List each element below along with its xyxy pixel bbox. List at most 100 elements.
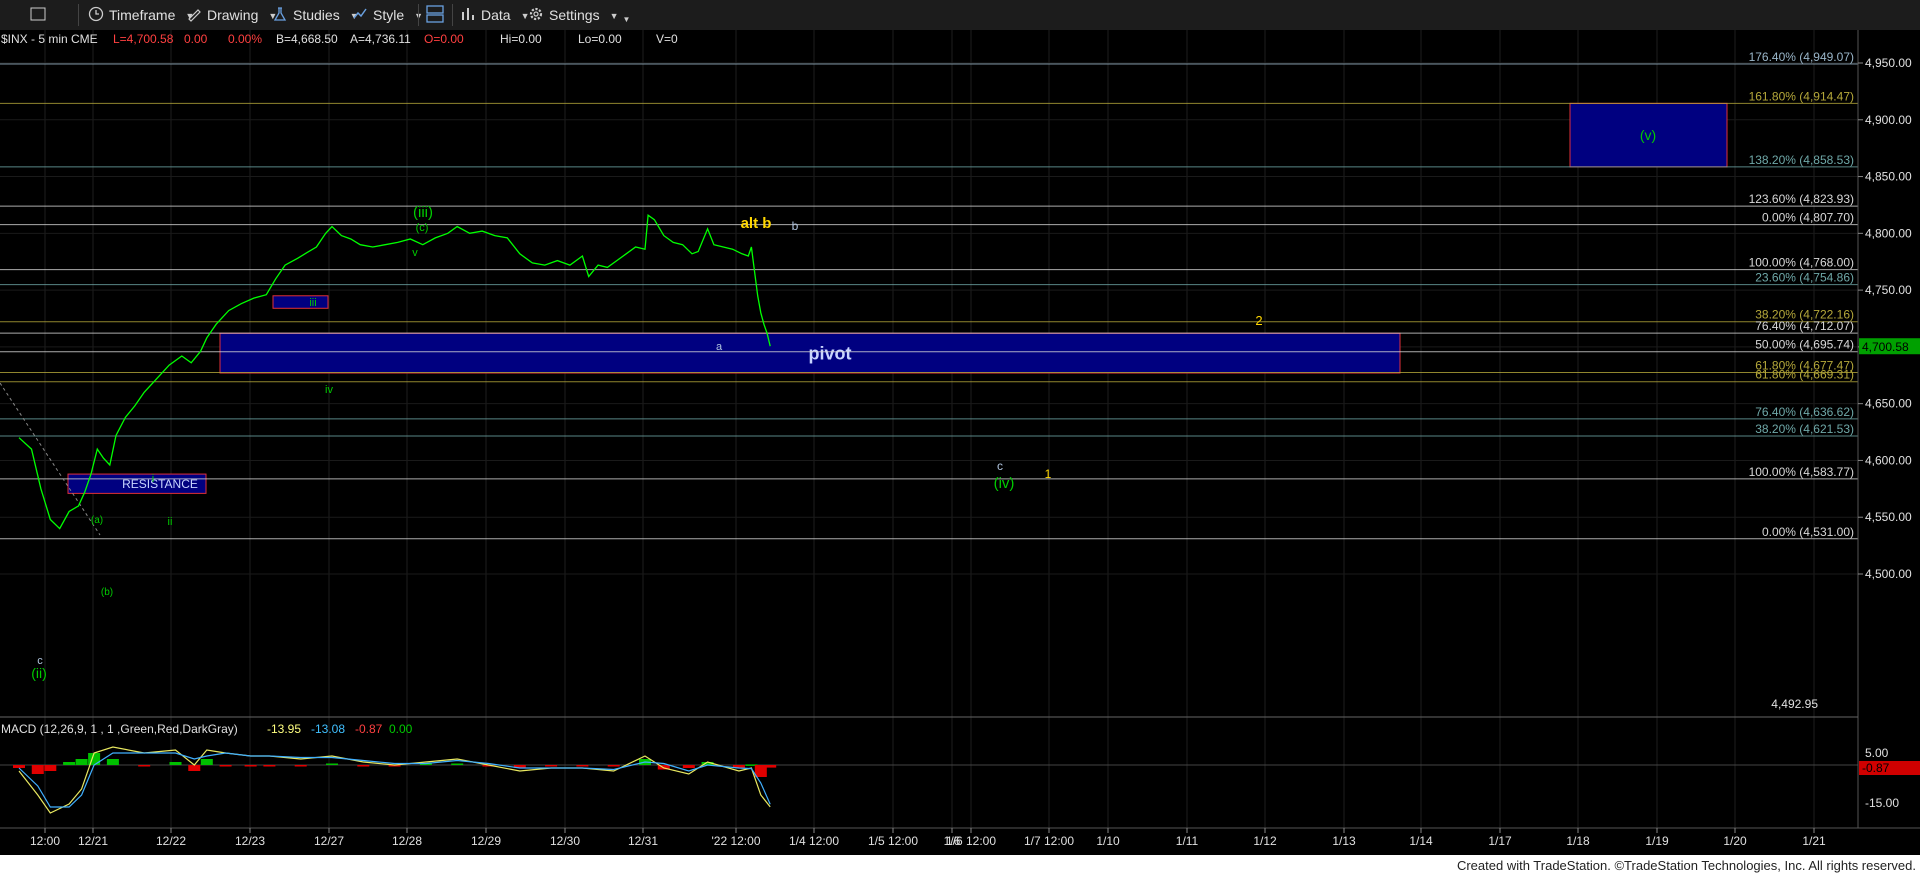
- time-tick-label: 1/10: [1096, 834, 1120, 848]
- macd-histogram-bar: [682, 765, 695, 768]
- copyright-text: Created with TradeStation. ©TradeStation…: [1456, 858, 1916, 873]
- studies-label: Studies: [293, 7, 340, 23]
- price-tick-label: 4,750.00: [1865, 283, 1912, 297]
- macd-histogram-bar: [294, 765, 307, 767]
- wave-iii-box-box[interactable]: [272, 295, 329, 309]
- timeframe-button[interactable]: Timeframe ▼: [88, 5, 194, 25]
- toolbar-separator: [452, 4, 453, 26]
- chevron-down-icon: ▼: [622, 15, 631, 25]
- wave-iii-box-label: iii: [309, 297, 316, 309]
- legend-percent: 0.00%: [228, 32, 262, 46]
- legend-change: 0.00: [184, 32, 208, 46]
- time-tick-label: 12/22: [156, 834, 186, 848]
- time-tick-label: 1/20: [1723, 834, 1747, 848]
- macd-histogram-bar: [31, 765, 44, 774]
- fib-level-label: 23.60% (4,754.86): [1755, 271, 1854, 285]
- macd-value-1: -13.95: [267, 722, 301, 736]
- macd-histogram-bar: [576, 765, 589, 767]
- fib-level-label: 176.40% (4,949.07): [1749, 50, 1854, 64]
- fib-level-label: 123.60% (4,823.93): [1749, 192, 1854, 206]
- wave-label: i: [152, 473, 154, 485]
- time-tick-label: 12/31: [628, 834, 658, 848]
- macd-histogram-bar: [63, 762, 76, 765]
- toolbar: Timeframe▼ Drawing▼ Studies▼ Style▼ Data…: [0, 0, 1920, 31]
- target-v-label: (v): [1640, 127, 1656, 143]
- studies-button[interactable]: Studies ▼: [272, 5, 359, 25]
- macd-tick-label: 5.00: [1865, 746, 1889, 760]
- fib-level-label: 61.80% (4,669.31): [1755, 368, 1854, 382]
- price-tick-label: 4,500.00: [1865, 567, 1912, 581]
- wave-label: b: [792, 219, 799, 233]
- macd-histogram-bar: [75, 759, 88, 765]
- time-tick-label: 12/28: [392, 834, 422, 848]
- wave-label: (c): [416, 222, 429, 234]
- macd-value-4: 0.00: [389, 722, 413, 736]
- fib-level-label: 76.40% (4,636.62): [1755, 405, 1854, 419]
- macd-histogram-bar: [169, 762, 182, 765]
- fib-level-label: 138.20% (4,858.53): [1749, 153, 1854, 167]
- style-label: Style: [373, 7, 405, 23]
- time-tick-label: '22 12:00: [711, 834, 760, 848]
- wave-label: 2: [1255, 313, 1262, 328]
- time-tick-label: 12/29: [471, 834, 501, 848]
- macd-histogram-bar: [106, 759, 119, 765]
- style-button[interactable]: Style▼: [352, 5, 423, 25]
- layout-button[interactable]: [426, 5, 449, 25]
- macd-histogram-bar: [545, 765, 558, 767]
- current-price-label: 4,700.58: [1862, 340, 1909, 354]
- wave-label: c: [997, 459, 1003, 473]
- macd-value-2: -13.08: [311, 722, 345, 736]
- macd-histogram-bar: [263, 765, 276, 767]
- macd-tick-label: -15.00: [1865, 796, 1899, 810]
- legend-lo: Lo=0.00: [578, 32, 622, 46]
- time-tick-label: 1/11: [1176, 834, 1199, 848]
- wave-label: (iv): [994, 475, 1015, 492]
- legend-bid: B=4,668.50: [276, 32, 338, 46]
- time-tick-label: 12/21: [78, 834, 108, 848]
- time-tick-label: 12/23: [235, 834, 265, 848]
- legend-last: L=4,700.58: [113, 32, 174, 46]
- flask-icon: [272, 6, 288, 27]
- workspace-button[interactable]: [30, 5, 51, 25]
- toolbar-separator: [78, 4, 79, 26]
- settings-button[interactable]: Settings ▼ ▼: [528, 5, 630, 25]
- fib-level-label: 100.00% (4,583.77): [1749, 465, 1854, 479]
- time-tick-label: 1/14: [1409, 834, 1433, 848]
- time-tick-label: 1/17: [1488, 834, 1512, 848]
- fib-level-label: 38.20% (4,621.53): [1755, 422, 1854, 436]
- time-tick-label: 1/19: [1645, 834, 1669, 848]
- time-tick-label: 1/21: [1802, 834, 1826, 848]
- time-tick-label: 1/12: [1253, 834, 1277, 848]
- time-tick-label: 1/13: [1332, 834, 1356, 848]
- wave-label: c: [37, 655, 43, 667]
- chevron-down-icon: ▼: [609, 11, 619, 22]
- time-tick-label: 1/7 12:00: [1024, 834, 1074, 848]
- footer: Created with TradeStation. ©TradeStation…: [0, 855, 1920, 876]
- macd-histogram-bar: [219, 765, 232, 767]
- macd-histogram-bar: [88, 753, 101, 765]
- fib-level-label: 76.40% (4,712.07): [1755, 319, 1854, 333]
- clock-icon: [88, 6, 104, 27]
- time-tick-label: 1/4 12:00: [789, 834, 839, 848]
- price-chart[interactable]: pivotRESISTANCE(v)iii 176.40% (4,949.07)…: [0, 30, 1920, 855]
- wave-label: v: [412, 247, 418, 259]
- pencil-icon: [186, 6, 202, 27]
- window-icon: [30, 6, 46, 26]
- legend-volume: V=0: [656, 32, 678, 46]
- macd-histogram-bar: [451, 763, 464, 765]
- price-tick-label: 4,550.00: [1865, 510, 1912, 524]
- fib-level-label: 0.00% (4,531.00): [1762, 525, 1854, 539]
- drawing-button[interactable]: Drawing ▼: [186, 5, 277, 25]
- price-tick-label: 4,600.00: [1865, 453, 1912, 467]
- macd-histogram-bar: [138, 765, 151, 767]
- wave-label: (iii): [413, 204, 433, 221]
- data-button[interactable]: Data ▼: [460, 5, 530, 25]
- wave-label: (a): [91, 515, 103, 526]
- wave-label: (b): [101, 587, 113, 598]
- pivot-label: pivot: [809, 343, 852, 363]
- toolbar-separator: [418, 4, 419, 26]
- time-tick-label: 12/30: [550, 834, 580, 848]
- wave-label: 1: [1045, 467, 1052, 481]
- time-tick-label: 1/5 12:00: [868, 834, 918, 848]
- gear-icon: [528, 6, 544, 27]
